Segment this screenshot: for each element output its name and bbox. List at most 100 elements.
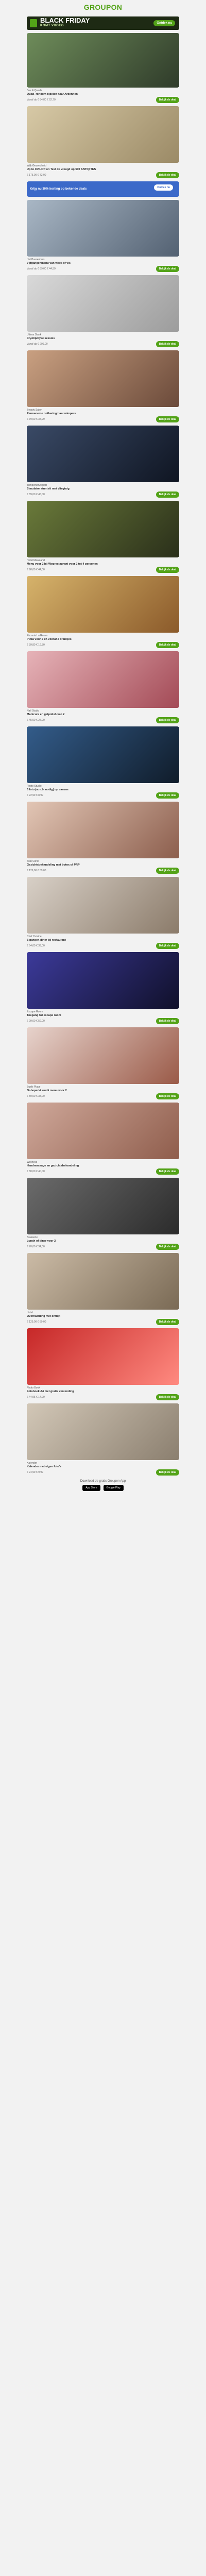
view-deal-button[interactable]: Bekijk de deal bbox=[156, 1244, 179, 1250]
deal-title[interactable]: Fotoboek A4 met gratis verzending bbox=[27, 1390, 179, 1394]
deal-title[interactable]: Cryolipolyse sessies bbox=[27, 337, 179, 341]
view-deal-button[interactable]: Bekijk de deal bbox=[156, 1093, 179, 1099]
deal-image[interactable] bbox=[27, 350, 179, 407]
deal-title[interactable]: Toegang tot escape room bbox=[27, 1014, 179, 1018]
deal-title[interactable]: Handmassage en gezichtsbehandeling bbox=[27, 1164, 179, 1168]
view-deal-button[interactable]: Bekijk de deal bbox=[156, 792, 179, 799]
deal-title[interactable]: Kalender met eigen foto's bbox=[27, 1465, 179, 1469]
deal-location: Brasserie bbox=[27, 1236, 38, 1239]
deal-image[interactable] bbox=[27, 952, 179, 1009]
view-deal-button[interactable]: Bekijk de deal bbox=[156, 1319, 179, 1325]
view-deal-button[interactable]: Bekijk de deal bbox=[156, 642, 179, 648]
deal-prices: € 98,00 € 44,00 bbox=[27, 568, 45, 571]
deal-image[interactable] bbox=[27, 1403, 179, 1460]
deal-title[interactable]: Vijfgangenmenu van vlees of vis bbox=[27, 262, 179, 265]
deal-image[interactable] bbox=[27, 501, 179, 557]
deal-image[interactable] bbox=[27, 275, 179, 332]
deal-image[interactable] bbox=[27, 1253, 179, 1310]
deal-card[interactable]: Chef Cuisine 3-gangen diner bij restauran… bbox=[27, 877, 179, 949]
app-store-badge[interactable]: App Store bbox=[82, 1485, 100, 1491]
deal-location: Photo Book bbox=[27, 1386, 40, 1389]
deal-card[interactable]: Hotel Overnachting met ontbijt € 129,00 € … bbox=[27, 1253, 179, 1325]
deal-title[interactable]: 6 foto (a.m.b. nodig) op canvas bbox=[27, 788, 179, 792]
deal-title[interactable]: Pizza voor 2 en vooraf 2 drankjes bbox=[27, 638, 179, 641]
deal-card[interactable]: Nail Studio Manicure en gelpolish van 2 € … bbox=[27, 651, 179, 723]
deal-image[interactable] bbox=[27, 877, 179, 934]
deal-card[interactable]: Photo Studio 6 foto (a.m.b. nodig) op can… bbox=[27, 726, 179, 799]
view-deal-button[interactable]: Bekijk de deal bbox=[156, 266, 179, 272]
deal-image[interactable] bbox=[27, 802, 179, 858]
deal-card[interactable]: Tempelhof Airport Simulator stunt rit met… bbox=[27, 426, 179, 498]
deal-location: Chef Cuisine bbox=[27, 935, 42, 938]
view-deal-button[interactable]: Bekijk de deal bbox=[156, 1018, 179, 1024]
deal-card[interactable]: Photo Book Fotoboek A4 met gratis verzend… bbox=[27, 1328, 179, 1400]
deal-prices: € 175,00 € 72,00 bbox=[27, 173, 46, 177]
deal-image[interactable] bbox=[27, 426, 179, 482]
view-deal-button[interactable]: Bekijk de deal bbox=[156, 172, 179, 178]
deal-image[interactable] bbox=[27, 651, 179, 708]
deal-card[interactable]: Ultima Slank Cryolipolyse sessies Vanaf ab… bbox=[27, 275, 179, 347]
deal-card[interactable]: Wellness Handmassage en gezichtsbehandeli… bbox=[27, 1103, 179, 1175]
deal-card[interactable]: Beauty Salon Permanente ontharing haar wi… bbox=[27, 350, 179, 422]
view-deal-button[interactable]: Bekijk de deal bbox=[156, 97, 179, 103]
deal-title[interactable]: Quad- rondom tijdelen naar Ardennen bbox=[27, 93, 179, 96]
deal-title[interactable]: Simulator stunt rit met vliegtuig bbox=[27, 487, 179, 491]
deal-card[interactable]: Brasserie Lunch of diner voor 2 € 70,00 € … bbox=[27, 1178, 179, 1250]
deal-card[interactable]: Het Boerenhuis Vijfgangenmenu van vlees o… bbox=[27, 200, 179, 272]
view-deal-button[interactable]: Bekijk de deal bbox=[156, 492, 179, 498]
deal-card[interactable]: Wijk Gezondheid Up to 45% Off on Test de … bbox=[27, 106, 179, 197]
view-deal-button[interactable]: Bekijk de deal bbox=[156, 416, 179, 422]
deal-price-row: € 39,80 € 19,80 Bekijk de deal bbox=[27, 642, 179, 648]
view-deal-button[interactable]: Bekijk de deal bbox=[156, 717, 179, 723]
view-deal-button[interactable]: Bekijk de deal bbox=[156, 341, 179, 347]
deal-title[interactable]: 3-gangen diner bij restaurant bbox=[27, 939, 179, 942]
deal-title[interactable]: Gezichtsbehandeling met botox of PRP bbox=[27, 863, 179, 867]
deal-card[interactable]: Pizzeria La Rossa Pizza voor 2 en vooraf … bbox=[27, 576, 179, 648]
deal-title[interactable]: Menu voor 2 bij Wegrestaurant voor 2 tot… bbox=[27, 563, 179, 566]
hero-cta-button[interactable]: Ontdek nu bbox=[153, 20, 175, 26]
deal-image[interactable] bbox=[27, 200, 179, 257]
groupon-logo[interactable]: GROUPON bbox=[84, 3, 122, 11]
view-deal-button[interactable]: Bekijk de deal bbox=[156, 1168, 179, 1175]
deal-price-row: € 99,00 € 59,00 Bekijk de deal bbox=[27, 1018, 179, 1024]
deal-price-row: Vanaf ab € 299,00 Bekijk de deal bbox=[27, 341, 179, 347]
promo-banner[interactable]: Krijg nu 30% korting op bekende deals Ont… bbox=[27, 181, 179, 197]
google-play-badge[interactable]: Google Play bbox=[103, 1485, 124, 1491]
black-friday-hero[interactable]: BLACK FRIDAY KOMT VROEG Ontdek nu bbox=[27, 16, 179, 30]
deal-image[interactable] bbox=[27, 33, 179, 88]
page: GROUPON BLACK FRIDAY KOMT VROEG Ontdek n… bbox=[0, 0, 206, 1497]
deal-image[interactable] bbox=[27, 1103, 179, 1159]
deal-price-row: € 22,99 € 8,99 Bekijk de deal bbox=[27, 792, 179, 799]
deal-title[interactable]: Onbeperkt sushi menu voor 2 bbox=[27, 1089, 179, 1093]
deal-card[interactable]: Kalender Kalender met eigen foto's € 24,99… bbox=[27, 1403, 179, 1476]
view-deal-button[interactable]: Bekijk de deal bbox=[156, 1394, 179, 1400]
deal-image[interactable] bbox=[27, 1027, 179, 1084]
deal-price-row: € 175,00 € 72,00 Bekijk de deal bbox=[27, 172, 179, 178]
deal-prices: Vanaf ab € 299,00 bbox=[27, 342, 48, 346]
view-deal-button[interactable]: Bekijk de deal bbox=[156, 868, 179, 874]
view-deal-button[interactable]: Bekijk de deal bbox=[156, 1469, 179, 1476]
app-badges: App Store Google Play bbox=[27, 1485, 179, 1491]
deal-title[interactable]: Manicure en gelpolish van 2 bbox=[27, 713, 179, 717]
deal-prices: € 59,00 € 38,00 bbox=[27, 1094, 45, 1098]
deal-card[interactable]: Escape Room Toegang tot escape room € 99,0… bbox=[27, 952, 179, 1024]
view-deal-button[interactable]: Bekijk de deal bbox=[156, 943, 179, 949]
deal-image[interactable] bbox=[27, 1178, 179, 1234]
deal-title[interactable]: Overnachting met ontbijt bbox=[27, 1315, 179, 1318]
deal-prices: € 99,00 € 59,00 bbox=[27, 1019, 45, 1023]
view-deal-button[interactable]: Bekijk de deal bbox=[156, 567, 179, 573]
deal-image[interactable] bbox=[27, 1328, 179, 1385]
deal-title[interactable]: Permanente ontharing haar wimpers bbox=[27, 412, 179, 416]
deal-image[interactable] bbox=[27, 576, 179, 633]
promo-banner-button[interactable]: Ontdek nu bbox=[154, 184, 173, 191]
deal-card[interactable]: Bos & Quads Quad- rondom tijdelen naar Ar… bbox=[27, 33, 179, 103]
deal-card[interactable]: Hotel Maasland Menu voor 2 bij Wegrestaur… bbox=[27, 501, 179, 573]
deal-card[interactable]: Skin Clinic Gezichtsbehandeling met botox… bbox=[27, 802, 179, 874]
deal-title[interactable]: Up to 45% Off on Test de vreugd op 500 A… bbox=[27, 168, 179, 172]
deal-price-row: € 79,00 € 34,99 Bekijk de deal bbox=[27, 416, 179, 422]
deal-card[interactable]: Sushi Place Onbeperkt sushi menu voor 2 € … bbox=[27, 1027, 179, 1099]
deal-image[interactable] bbox=[27, 726, 179, 783]
deal-prices: € 44,95 € 14,99 bbox=[27, 1395, 45, 1399]
deal-title[interactable]: Lunch of diner voor 2 bbox=[27, 1240, 179, 1243]
deal-image[interactable] bbox=[27, 106, 179, 163]
